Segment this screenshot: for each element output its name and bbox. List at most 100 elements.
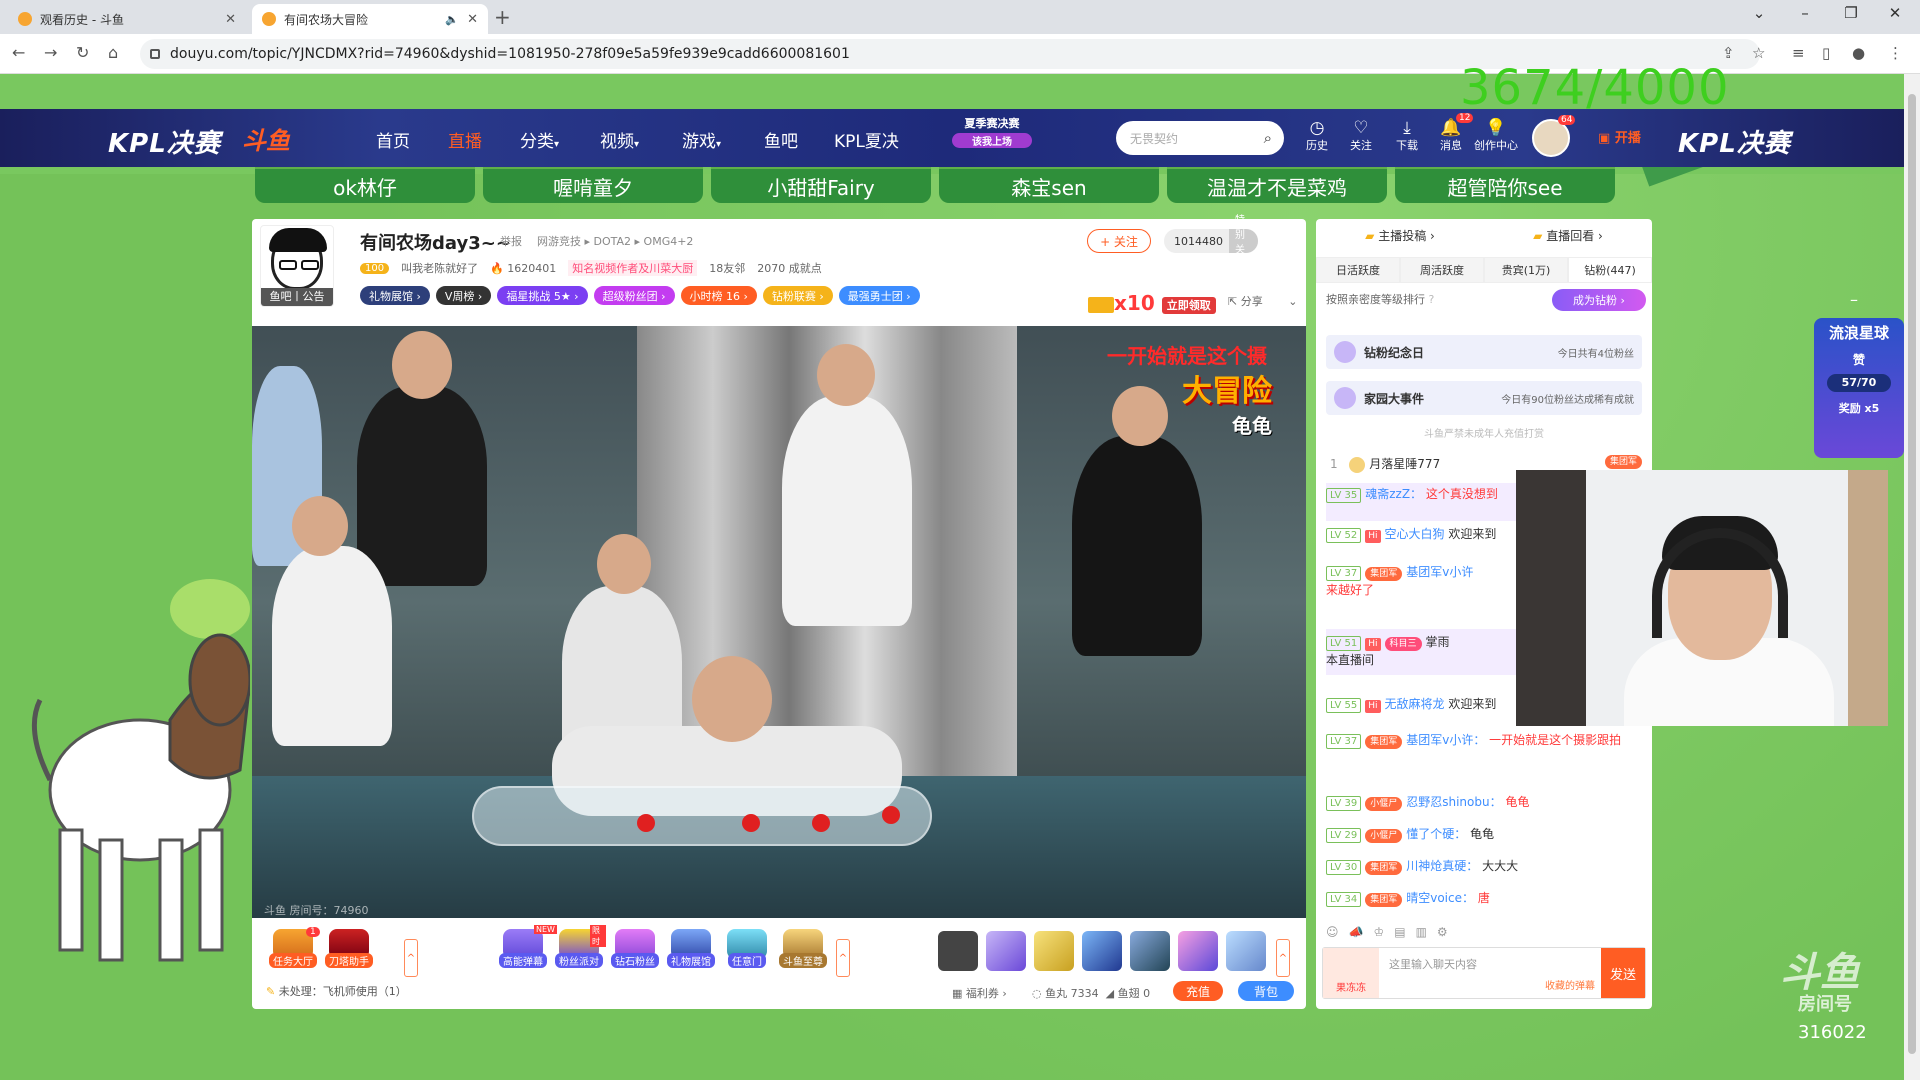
tab-vip[interactable]: 贵宾(1万)	[1484, 257, 1568, 283]
diamond-anniversary-promo[interactable]: 钻粉纪念日 今日共有4位粉丝	[1326, 335, 1642, 369]
back-icon[interactable]: ←	[12, 43, 25, 62]
feature-diamond-fans[interactable]: 钻石粉丝	[608, 929, 662, 968]
profile-icon[interactable]: ●	[1852, 44, 1865, 62]
nav-video[interactable]: 视频▾	[600, 127, 639, 152]
page-scrollbar[interactable]	[1904, 74, 1920, 1080]
nav-download[interactable]: ⤓ 下载	[1396, 119, 1418, 153]
nav-game[interactable]: 游戏▾	[682, 127, 721, 152]
strip-item[interactable]: ok林仔	[255, 167, 475, 203]
kpl-banner-right[interactable]: KPL决赛	[1678, 123, 1791, 160]
user-name[interactable]: 川神炝真硬：	[1406, 859, 1478, 873]
badge-v-weekly[interactable]: V周榜 ›	[435, 286, 492, 305]
close-tab-icon[interactable]: ✕	[467, 12, 478, 27]
follow-button[interactable]: + 关注	[1087, 229, 1151, 253]
browser-tab-history[interactable]: 观看历史 - 斗鱼 ✕	[8, 4, 246, 34]
user-name[interactable]: 无敌麻将龙	[1385, 697, 1445, 711]
special-follow-button[interactable]: 特别关注	[1229, 215, 1258, 271]
close-tab-icon[interactable]: ✕	[225, 12, 236, 27]
user-name[interactable]: 晴空voice：	[1406, 891, 1474, 905]
strip-item[interactable]: 超管陪你see	[1395, 167, 1615, 203]
video-player[interactable]: 一开始就是这个摄 大冒险 龟龟 斗鱼 房间号：74960	[252, 326, 1306, 918]
tab-search-icon[interactable]: ⌄	[1744, 4, 1774, 22]
fan-badge-selector[interactable]: 果冻冻	[1323, 948, 1379, 998]
emoji-icon[interactable]: ☺	[1326, 925, 1349, 939]
tab-weekly-active[interactable]: 周活跃度	[1400, 257, 1484, 283]
chat-message[interactable]: LV 34 集团军 晴空voice： 唐	[1326, 889, 1646, 907]
feature-fan-party[interactable]: 粉丝派对 限时	[552, 925, 606, 968]
backpack-button[interactable]: 背包	[1238, 981, 1294, 1001]
settings-icon[interactable]: ⚙	[1437, 925, 1458, 939]
chat-message[interactable]: LV 37 集团军 基团军v小许： 一开始就是这个摄影跟拍	[1326, 731, 1646, 749]
chat-message[interactable]: LV 30 集团军 川神炝真硬： 大大大	[1326, 857, 1646, 875]
more-options-icon[interactable]: ⌄	[1288, 295, 1297, 308]
kpl-banner-left[interactable]: KPL决赛	[108, 123, 221, 160]
fishbar-notice-label[interactable]: 鱼吧丨公告	[261, 288, 333, 306]
claim-now-button[interactable]: 立即领取	[1161, 296, 1216, 314]
douyu-logo[interactable]: 斗鱼	[242, 121, 290, 156]
bookmark-star-icon[interactable]: ☆	[1752, 44, 1765, 62]
badge-lucky-challenge[interactable]: 福星挑战 5★ ›	[497, 286, 588, 305]
user-name[interactable]: 基团军v小许	[1406, 565, 1473, 579]
nav-kpl-summer[interactable]: KPL夏决	[834, 127, 899, 152]
share-button[interactable]: ⇱ 分享 ⌄	[1228, 293, 1297, 309]
gift-item[interactable]	[1130, 931, 1170, 971]
replay-link[interactable]: ▰ 直播回看 ›	[1533, 227, 1603, 244]
anchor-avatar[interactable]: 鱼吧丨公告	[260, 225, 334, 307]
scrollbar-thumb[interactable]	[1908, 94, 1916, 1054]
category-breadcrumb[interactable]: 网游竞技 ▸ DOTA2 ▸ OMG4+2	[537, 233, 693, 249]
reading-list-icon[interactable]: ≡	[1792, 44, 1805, 62]
user-name[interactable]: 忍野忍shinobu：	[1406, 795, 1501, 809]
gift-item[interactable]	[1226, 931, 1266, 971]
collapse-tools-icon[interactable]: ^	[404, 939, 418, 977]
user-name[interactable]: 空心大白狗	[1385, 527, 1445, 541]
achievement-points[interactable]: 2070 成就点	[757, 260, 822, 276]
recharge-button[interactable]: 充值	[1173, 981, 1223, 1001]
user-name[interactable]: 懂了个硬：	[1406, 827, 1466, 841]
home-icon[interactable]: ⌂	[108, 43, 118, 62]
close-window-icon[interactable]: ✕	[1880, 4, 1910, 22]
dota-assistant-button[interactable]: 刀塔助手	[322, 929, 376, 968]
collapse-features-icon[interactable]: ^	[836, 939, 850, 977]
browser-tab-farm[interactable]: 有间农场大冒险 🔈 ✕	[252, 4, 488, 34]
user-name[interactable]: 魂斋zzZ：	[1365, 487, 1422, 501]
new-tab-icon[interactable]: +	[494, 5, 511, 29]
nav-creator-center[interactable]: 💡 创作中心	[1474, 119, 1518, 153]
strip-item[interactable]: 森宝sen	[939, 167, 1159, 203]
collapse-gifts-icon[interactable]: ^	[1276, 939, 1290, 977]
barrage-icon[interactable]: ▥	[1416, 925, 1437, 939]
feature-any-door[interactable]: 任意门	[720, 929, 774, 968]
nav-live[interactable]: 直播	[448, 127, 482, 152]
megaphone-icon[interactable]: 📣	[1349, 925, 1374, 939]
badge-diamond-league[interactable]: 钻粉联赛 ›	[762, 286, 833, 305]
nav-follow[interactable]: ♡ 关注	[1350, 119, 1372, 153]
gift-item[interactable]	[1178, 931, 1218, 971]
strip-item[interactable]: 温温才不是菜鸡	[1167, 167, 1387, 203]
feature-high-danmaku[interactable]: 高能弹幕 NEW	[496, 925, 557, 968]
badge-super-fans[interactable]: 超级粉丝团 ›	[593, 286, 675, 305]
side-panel-icon[interactable]: ▯	[1822, 44, 1830, 62]
tab-daily-active[interactable]: 日活跃度	[1316, 257, 1400, 283]
gift-item[interactable]	[1034, 931, 1074, 971]
chat-message[interactable]: LV 39 小偃尸 忍野忍shinobu： 龟龟	[1326, 793, 1646, 811]
reload-icon[interactable]: ↻	[76, 43, 89, 62]
forward-icon[interactable]: →	[44, 43, 57, 62]
badge-gift-hall[interactable]: 礼物展馆 ›	[360, 286, 430, 305]
menu-icon[interactable]: ⋮	[1888, 44, 1903, 62]
friends-count[interactable]: 18友邻	[709, 260, 745, 276]
crown-icon[interactable]: ♔	[1373, 925, 1394, 939]
search-input[interactable]: 无畏契约 ⌕	[1116, 121, 1284, 155]
nav-history[interactable]: ◷ 历史	[1306, 119, 1328, 153]
feature-gift-hall[interactable]: 礼物展馆	[664, 929, 718, 968]
nav-home[interactable]: 首页	[376, 127, 410, 152]
chat-input[interactable]: 这里输入聊天内容 收藏的弹幕	[1379, 948, 1601, 998]
gift-item[interactable]	[1082, 931, 1122, 971]
home-event-promo[interactable]: 家园大事件 今日有90位粉丝达成稀有成就	[1326, 381, 1642, 415]
collapse-promo-icon[interactable]: –	[1850, 290, 1858, 309]
strip-item[interactable]: 喔啃童夕	[483, 167, 703, 203]
gift-claim-banner[interactable]: x10 立即领取	[1088, 291, 1216, 315]
chat-message[interactable]: LV 29 小偃尸 懂了个硬： 龟龟	[1326, 825, 1646, 843]
tab-diamond-fans[interactable]: 钻粉(447)	[1568, 257, 1652, 283]
nav-messages[interactable]: 🔔 消息 12	[1440, 113, 1474, 153]
gift-item[interactable]	[938, 931, 978, 971]
help-icon[interactable]: ?	[1429, 293, 1435, 306]
